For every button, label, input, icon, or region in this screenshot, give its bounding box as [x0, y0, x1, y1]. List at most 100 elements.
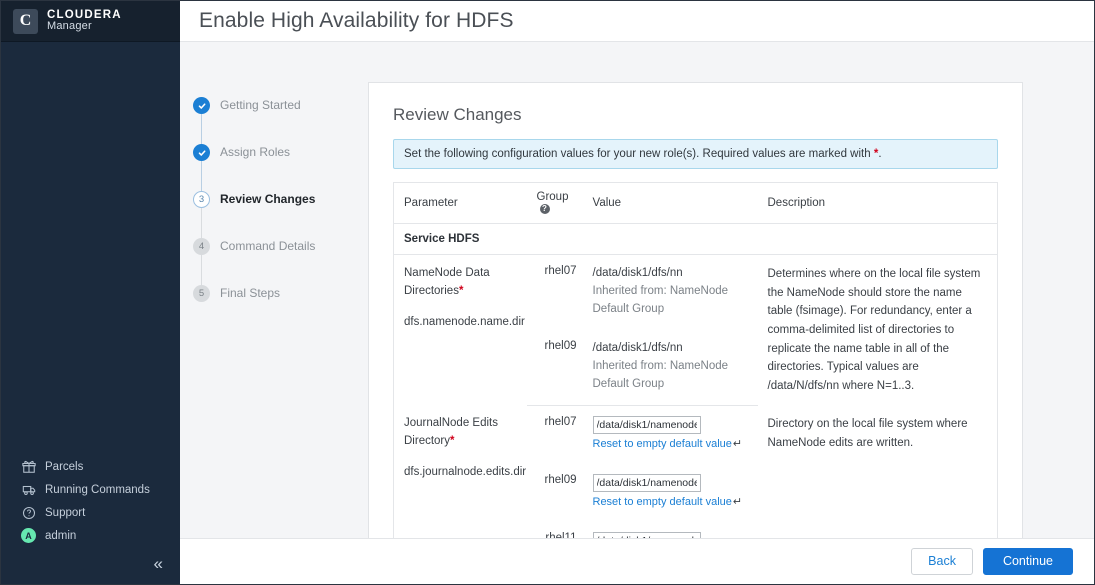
reset-link-label: Reset to empty default value [592, 437, 732, 450]
parameter-key: dfs.journalnode.edits.dir [404, 466, 527, 478]
sidebar-item-parcels[interactable]: Parcels [1, 455, 180, 478]
sidebar-item-support[interactable]: Support [1, 501, 180, 524]
brand-product: Manager [47, 20, 92, 33]
value-cell: /data/disk1/dfs/nn Inherited from: NameN… [583, 255, 758, 330]
wizard-steps: Getting Started Assign Roles 3 Review Ch… [180, 42, 360, 538]
main-content: Review Changes Set the following configu… [360, 42, 1094, 538]
parcels-icon [21, 459, 36, 474]
sidebar-item-label: Parcels [45, 460, 84, 473]
parameter-key: dfs.namenode.name.dir [404, 315, 525, 328]
sidebar-item-label: admin [45, 529, 77, 542]
value-cell: Reset to empty default value ↵ [583, 464, 758, 522]
journalnode-edits-dir-input-rhel07[interactable] [592, 415, 701, 434]
reset-to-default-link[interactable]: Reset to empty default value ↵ [593, 436, 743, 453]
table-row: NameNode Data Directories* dfs.namenode.… [394, 255, 998, 392]
top-bar: Enable High Availability for HDFS [180, 1, 1094, 42]
column-header-value: Value [582, 182, 758, 224]
undo-arrow-icon: ↵ [732, 495, 743, 508]
group-cell: rhel11 [526, 521, 583, 538]
inherited-note: Inherited from: NameNode Default Group [592, 284, 729, 315]
review-changes-card: Review Changes Set the following configu… [368, 82, 1023, 538]
parameter-name-cell: JournalNode Edits Directory* dfs.journal… [394, 405, 527, 538]
wizard-step-getting-started[interactable]: Getting Started [188, 97, 360, 145]
step-connector [201, 161, 202, 192]
wizard-step-assign-roles[interactable]: Assign Roles [188, 144, 360, 192]
table-row: JournalNode Edits Directory* dfs.journal… [394, 405, 998, 478]
wizard-step-label: Command Details [220, 239, 316, 253]
parameter-label: NameNode Data Directories [404, 267, 490, 297]
help-circle-icon [21, 505, 36, 520]
wizard-step-label: Final Steps [220, 286, 281, 300]
step-bullet-current: 3 [193, 191, 210, 208]
wizard-step-label: Review Changes [220, 192, 316, 206]
step-connector [201, 208, 202, 239]
column-header-group-label: Group [536, 191, 569, 203]
journalnode-edits-dir-input-rhel09[interactable] [592, 473, 701, 492]
parameter-name-cell: NameNode Data Directories* dfs.namenode.… [394, 255, 527, 406]
user-avatar-icon: A [21, 528, 36, 543]
left-sidebar: C CLOUDERA Manager Parcels Running Comma… [1, 1, 180, 584]
reset-link-label: Reset to empty default value [592, 495, 732, 508]
parameters-table: Parameter Group? Value Description Servi… [393, 182, 998, 538]
step-bullet-done [193, 144, 210, 161]
value-text: /data/disk1/dfs/nn [592, 267, 683, 279]
help-circle-icon[interactable]: ? [539, 204, 550, 214]
service-group-row: Service HDFS [393, 223, 998, 255]
required-star: * [458, 284, 464, 297]
journalnode-edits-dir-input-rhel11[interactable] [592, 531, 701, 538]
back-button[interactable]: Back [911, 548, 973, 575]
service-name: Service HDFS [393, 223, 998, 255]
group-cell: rhel09 [544, 473, 577, 486]
collapse-row: « [1, 547, 180, 578]
step-connector [201, 255, 202, 286]
table-head: Parameter Group? Value Description [393, 182, 998, 224]
sidebar-item-admin[interactable]: A admin [1, 524, 180, 547]
value-cell: Reset to empty default value ↵ [582, 521, 758, 538]
info-banner: Set the following configuration values f… [393, 139, 998, 169]
step-bullet-done [193, 97, 210, 114]
step-bullet-todo: 5 [193, 285, 210, 302]
group-cell: rhel09 [526, 329, 583, 406]
sidebar-item-label: Support [45, 506, 86, 519]
wizard-step-final-steps[interactable]: 5 Final Steps [188, 285, 360, 332]
page-title: Enable High Availability for HDFS [199, 9, 514, 32]
step-number: 3 [198, 194, 205, 205]
column-header-parameter: Parameter [393, 182, 527, 224]
group-cell: rhel07 [544, 265, 577, 277]
brand-text: CLOUDERA Manager [47, 9, 122, 33]
description-cell: Directory on the local file system where… [767, 418, 968, 449]
value-cell: /data/disk1/dfs/nn Inherited from: NameN… [582, 329, 758, 406]
value-cell: Reset to empty default value ↵ [583, 405, 758, 463]
running-commands-icon [21, 482, 36, 497]
step-bullet-todo: 4 [193, 238, 210, 255]
wizard-step-label: Assign Roles [220, 145, 291, 159]
collapse-sidebar-icon[interactable]: « [154, 555, 163, 572]
undo-arrow-icon: ↵ [732, 437, 743, 450]
brand-header[interactable]: C CLOUDERA Manager [1, 1, 180, 42]
footer-action-bar: Back Continue [180, 538, 1094, 584]
wizard-step-review-changes[interactable]: 3 Review Changes [188, 191, 360, 239]
inherited-note: Inherited from: NameNode Default Group [592, 359, 729, 390]
body-area: Getting Started Assign Roles 3 Review Ch… [180, 42, 1094, 538]
reset-to-default-link[interactable]: Reset to empty default value ↵ [593, 494, 743, 511]
info-banner-text-end: . [878, 148, 882, 160]
avatar-letter: A [25, 530, 32, 541]
column-header-description: Description [757, 182, 998, 224]
sidebar-item-running-commands[interactable]: Running Commands [1, 478, 180, 501]
sidebar-bottom-nav: Parcels Running Commands Support A admin… [1, 455, 180, 584]
group-cell: rhel07 [544, 415, 577, 428]
table-body: Service HDFS NameNode Data Directories* … [393, 223, 998, 538]
cloudera-logo-icon: C [13, 8, 38, 34]
section-title: Review Changes [393, 105, 522, 124]
info-banner-text: Set the following configuration values f… [404, 148, 874, 160]
continue-button[interactable]: Continue [982, 548, 1073, 575]
step-connector [201, 114, 202, 145]
value-text: /data/disk1/dfs/nn [592, 341, 683, 354]
step-number: 5 [198, 288, 205, 299]
application-window: C CLOUDERA Manager Parcels Running Comma… [0, 0, 1095, 585]
table-header-row: Parameter Group? Value Description [393, 182, 998, 224]
wizard-step-command-details[interactable]: 4 Command Details [188, 238, 360, 286]
right-pane: Enable High Availability for HDFS Gettin… [180, 1, 1094, 584]
column-header-group: Group? [526, 182, 583, 224]
